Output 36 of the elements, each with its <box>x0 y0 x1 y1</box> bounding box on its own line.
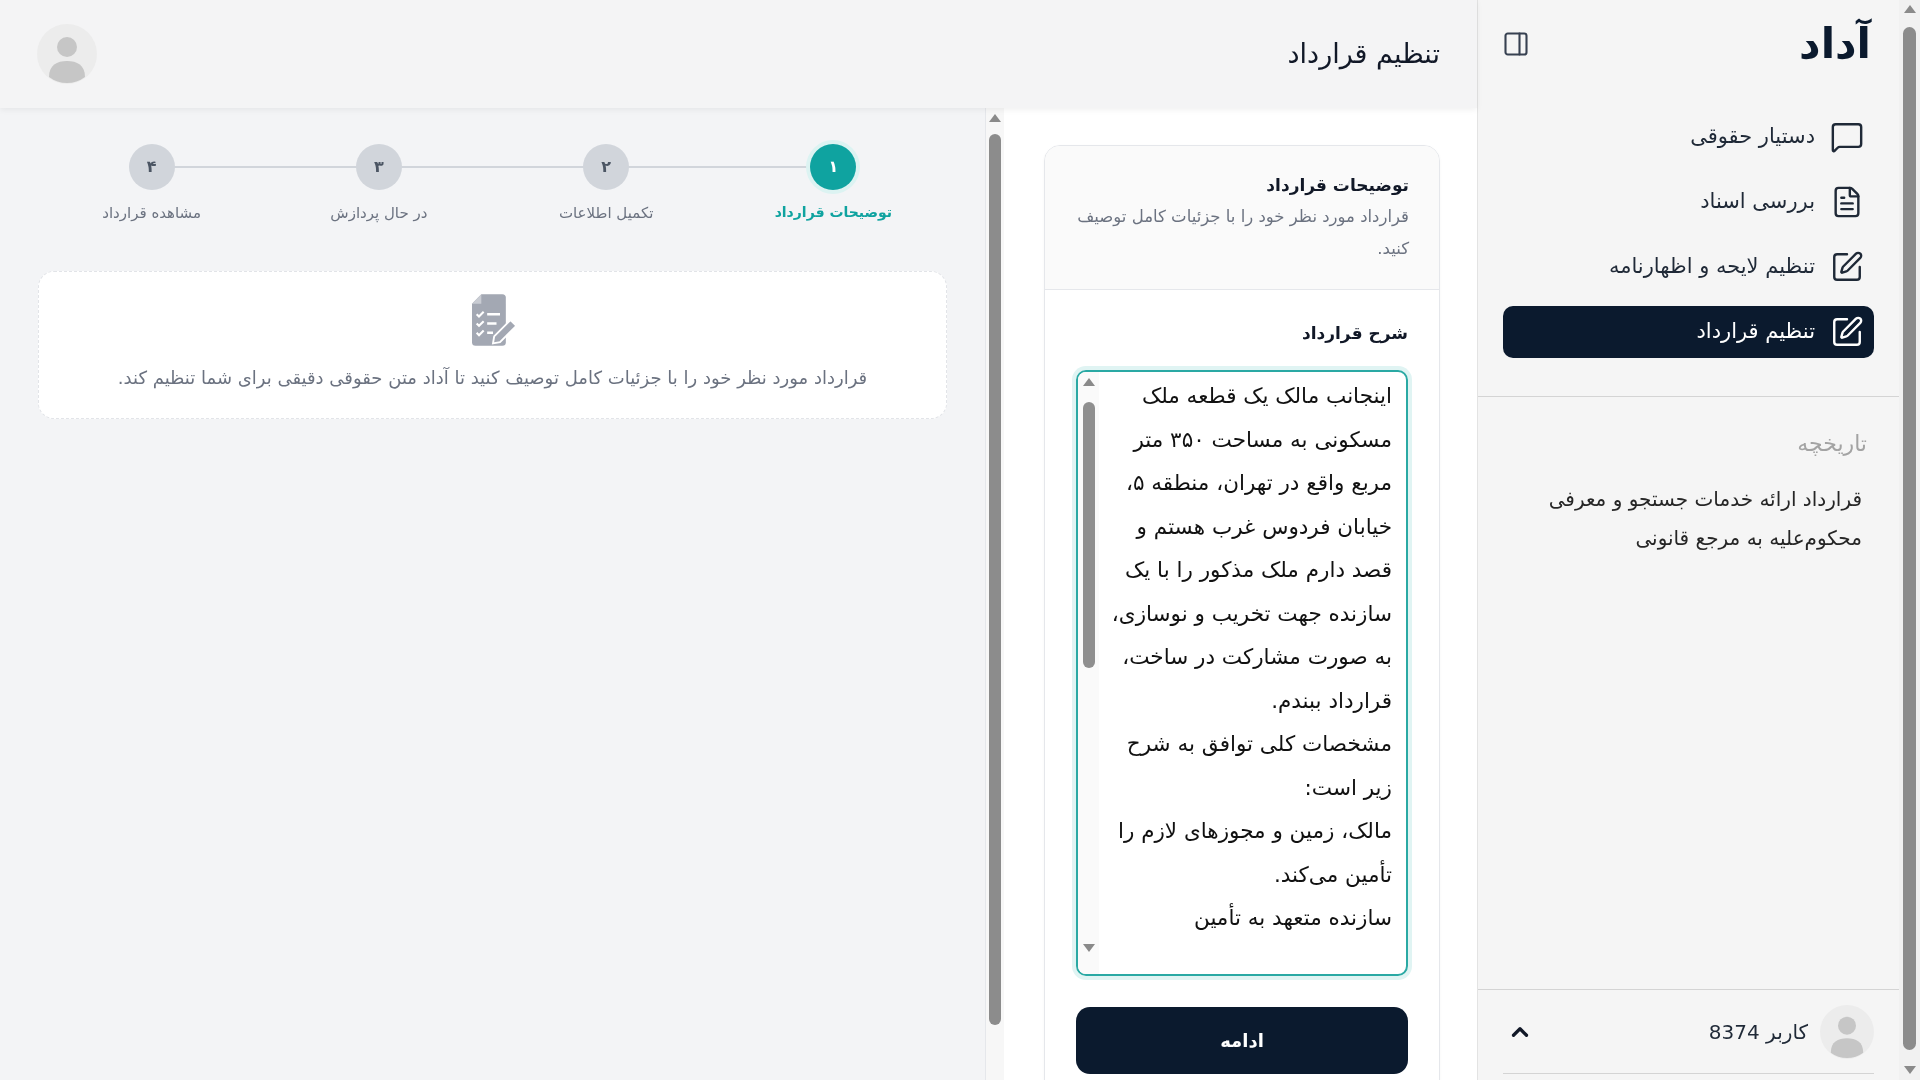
card-description: قرارداد مورد نظر خود را با جزئیات کامل توصیف کنید. <box>1076 205 1409 260</box>
step-indicator: ۳ <box>355 144 402 190</box>
pencil-square-icon <box>1830 250 1864 284</box>
step-label: در حال پردازش <box>330 203 428 225</box>
scrollbar[interactable] <box>1899 0 1920 1080</box>
avatar-icon <box>1820 1004 1874 1059</box>
scrollbar[interactable] <box>1078 372 1099 974</box>
nav-item[interactable]: تنظیم لایحه و اظهارنامه <box>1503 241 1874 293</box>
page-title: تنظیم قرارداد <box>1287 36 1440 72</box>
user-menu-button[interactable]: کاربر 8374 <box>1503 990 1874 1074</box>
chat-bubble-icon <box>1830 120 1864 154</box>
scroll-down-arrow-icon[interactable] <box>1903 1066 1916 1074</box>
scrollbar[interactable] <box>985 108 1004 1080</box>
scroll-up-arrow-icon[interactable] <box>1903 5 1916 13</box>
info-text: قرارداد مورد نظر خود را با جزئیات کامل توصیف کنید تا آداد متن حقوقی دقیقی برای شما تنظیم کند. <box>117 365 868 391</box>
section-title: تاریخچه <box>1796 430 1867 458</box>
step-label: مشاهده قرارداد <box>102 203 202 224</box>
step-label: تکمیل اطلاعات <box>558 203 654 224</box>
card-title: توضیحات قرارداد <box>1265 174 1409 198</box>
logo: آداد <box>1799 17 1871 70</box>
nav-item[interactable]: بررسی اسناد <box>1503 176 1874 228</box>
nav-item[interactable]: دستیار حقوقی <box>1503 111 1874 163</box>
pencil-square-icon <box>1830 315 1864 349</box>
step-label: توضیحات قرارداد <box>774 203 893 223</box>
scroll-up-arrow-icon[interactable] <box>1082 378 1095 386</box>
scroll-up-arrow-icon[interactable] <box>989 114 1001 122</box>
step-indicator: ۲ <box>583 144 630 190</box>
step-indicator: ۴ <box>128 144 175 190</box>
field-label: شرح قرارداد <box>1300 321 1408 346</box>
history-item[interactable]: قرارداد ارائه خدمات جستجو و معرفی محکوم‌علیه به مرجع قانونی <box>1503 480 1867 558</box>
step-indicator: ۱ <box>810 144 857 190</box>
sidebar-toggle-icon[interactable] <box>1502 30 1530 58</box>
nav-item[interactable]: تنظیم قرارداد <box>1503 306 1874 358</box>
scroll-down-arrow-icon[interactable] <box>1082 944 1095 952</box>
continue-button[interactable]: ادامه <box>1076 1007 1408 1074</box>
avatar-icon <box>37 24 97 84</box>
